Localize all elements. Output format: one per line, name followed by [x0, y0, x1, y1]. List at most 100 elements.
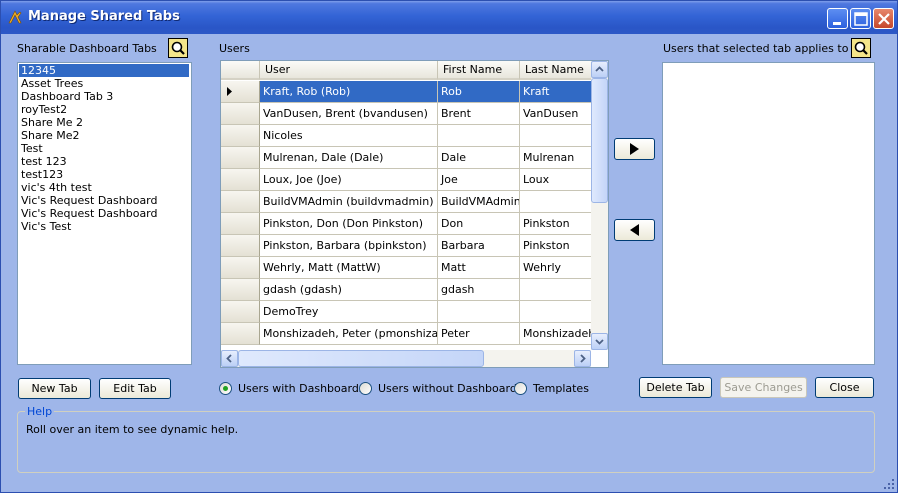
grid-cell[interactable]: VanDusen [520, 103, 596, 125]
row-header[interactable] [221, 213, 260, 235]
new-tab-button[interactable]: New Tab [18, 378, 91, 399]
tab-list-item[interactable]: test123 [19, 168, 189, 181]
help-text: Roll over an item to see dynamic help. [26, 423, 239, 436]
users-grid-vertical-scrollbar[interactable] [591, 61, 608, 350]
radio-button[interactable] [359, 382, 372, 395]
grid-cell[interactable]: Mulrenan [520, 147, 596, 169]
tab-list-item[interactable]: Share Me 2 [19, 116, 189, 129]
grid-cell[interactable]: Nicoles [260, 125, 438, 147]
delete-tab-button[interactable]: Delete Tab [639, 377, 712, 398]
grid-cell[interactable]: Pinkston [520, 213, 596, 235]
grid-cell[interactable]: BuildVMAdmin [438, 191, 520, 213]
grid-cell[interactable] [520, 125, 596, 147]
grid-cell[interactable] [520, 301, 596, 323]
tab-list-item[interactable]: Asset Trees [19, 77, 189, 90]
row-header[interactable] [221, 235, 260, 257]
help-group [17, 411, 875, 473]
grid-cell[interactable]: Barbara [438, 235, 520, 257]
grid-cell[interactable]: gdash (gdash) [260, 279, 438, 301]
grid-cell[interactable]: Pinkston [520, 235, 596, 257]
grid-cell[interactable]: Wehrly [520, 257, 596, 279]
radio-button[interactable] [219, 382, 232, 395]
edit-tab-button[interactable]: Edit Tab [99, 378, 171, 399]
users-grid[interactable]: User First Name Last Name Kraft, Rob (Rob) R… [220, 60, 609, 368]
row-header[interactable] [221, 103, 260, 125]
row-header[interactable] [221, 169, 260, 191]
maximize-icon [854, 12, 868, 26]
tab-list-item[interactable]: vic's 4th test [19, 181, 189, 194]
grid-cell[interactable]: Mulrenan, Dale (Dale) [260, 147, 438, 169]
grid-cell[interactable]: Kraft, Rob (Rob) [260, 81, 438, 103]
maximize-button[interactable] [850, 8, 871, 29]
tab-list-item[interactable]: Share Me2 [19, 129, 189, 142]
minimize-button[interactable] [827, 8, 848, 29]
tab-list-item[interactable]: Dashboard Tab 3 [19, 90, 189, 103]
grid-cell[interactable] [520, 279, 596, 301]
users-grid-horizontal-scrollbar[interactable] [221, 350, 591, 367]
grid-cell[interactable]: gdash [438, 279, 520, 301]
vertical-scroll-thumb[interactable] [591, 78, 608, 203]
title-bar[interactable]: Manage Shared Tabs [1, 1, 897, 34]
scroll-up-button[interactable] [591, 61, 608, 78]
grid-cell[interactable]: BuildVMAdmin (buildvmadmin) [260, 191, 438, 213]
filter-label: Templates [533, 382, 589, 395]
tab-list-item[interactable]: Vic's Request Dashboard [19, 194, 189, 207]
grid-cell[interactable]: Joe [438, 169, 520, 191]
tab-list-item[interactable]: Test [19, 142, 189, 155]
grid-cell[interactable]: Wehrly, Matt (MattW) [260, 257, 438, 279]
find-user-button[interactable] [851, 38, 871, 58]
row-header[interactable] [221, 191, 260, 213]
grid-cell[interactable]: Brent [438, 103, 520, 125]
applies-to-label: Users that selected tab applies to [663, 42, 849, 55]
tab-list-item[interactable]: test 123 [19, 155, 189, 168]
row-header[interactable] [221, 81, 260, 103]
column-header[interactable]: User [260, 61, 438, 80]
grid-cell[interactable]: Peter [438, 323, 520, 345]
grid-cell[interactable]: Loux [520, 169, 596, 191]
resize-grip-icon[interactable] [883, 478, 895, 490]
remove-user-button[interactable] [614, 219, 655, 241]
grid-cell[interactable]: Kraft [520, 81, 596, 103]
grid-cell[interactable]: Rob [438, 81, 520, 103]
grid-cell[interactable] [438, 301, 520, 323]
grid-cell[interactable]: Pinkston, Don (Don Pinkston) [260, 213, 438, 235]
row-header[interactable] [221, 279, 260, 301]
row-header[interactable] [221, 323, 260, 345]
tab-list-item[interactable]: royTest2 [19, 103, 189, 116]
find-tab-button[interactable] [168, 38, 188, 58]
column-header[interactable]: Last Name [520, 61, 596, 80]
grid-cell[interactable] [438, 125, 520, 147]
grid-cell[interactable]: Monshizadeh [520, 323, 596, 345]
row-header[interactable] [221, 257, 260, 279]
tab-list-item[interactable]: Vic's Request Dashboard [19, 207, 189, 220]
save-changes-button[interactable]: Save Changes [720, 377, 807, 398]
grid-cell[interactable]: Monshizadeh, Peter (pmonshizadeh) [260, 323, 438, 345]
close-button[interactable]: Close [815, 377, 874, 398]
row-header[interactable] [221, 147, 260, 169]
horizontal-scroll-thumb[interactable] [238, 350, 484, 367]
grid-cell[interactable]: Loux, Joe (Joe) [260, 169, 438, 191]
sharable-tabs-list[interactable]: 12345 Asset Trees Dashboard Tab 3 royTest2 S… [17, 62, 192, 365]
column-header[interactable]: First Name [438, 61, 520, 80]
close-window-button[interactable] [873, 8, 894, 29]
users-label: Users [219, 42, 250, 55]
close-icon [878, 13, 890, 25]
radio-button[interactable] [514, 382, 527, 395]
scroll-down-button[interactable] [591, 333, 608, 350]
scroll-left-button[interactable] [221, 350, 238, 367]
tab-list-item[interactable]: 12345 [19, 64, 189, 77]
add-user-button[interactable] [614, 138, 655, 160]
grid-cell[interactable] [520, 191, 596, 213]
scroll-right-button[interactable] [574, 350, 591, 367]
grid-cell[interactable]: DemoTrey [260, 301, 438, 323]
tab-list-item[interactable]: Vic's Test [19, 220, 189, 233]
row-header[interactable] [221, 301, 260, 323]
applied-users-list[interactable] [662, 62, 875, 365]
grid-cell[interactable]: Matt [438, 257, 520, 279]
grid-cell[interactable]: VanDusen, Brent (bvandusen) [260, 103, 438, 125]
row-header[interactable] [221, 125, 260, 147]
grid-cell[interactable]: Don [438, 213, 520, 235]
grid-cell[interactable]: Pinkston, Barbara (bpinkston) [260, 235, 438, 257]
help-title: Help [25, 405, 55, 418]
grid-cell[interactable]: Dale [438, 147, 520, 169]
